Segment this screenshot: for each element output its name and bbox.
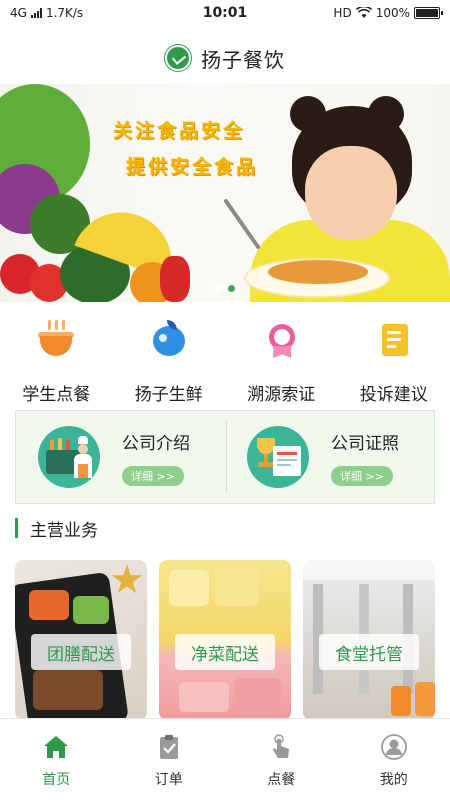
tab-orders[interactable]: 订单 bbox=[113, 719, 226, 800]
user-icon bbox=[380, 734, 407, 760]
hair-bun-image bbox=[290, 96, 326, 132]
company-intro-title: 公司介绍 bbox=[122, 433, 190, 454]
business-card-vegetables[interactable]: 净菜配送 bbox=[159, 560, 291, 720]
section-title: 主营业务 bbox=[30, 520, 98, 541]
quick-item-label: 投诉建议 bbox=[359, 385, 428, 405]
app-header: 扬子餐饮 bbox=[0, 36, 450, 80]
banner-slogan-1: 关注食品安全 bbox=[113, 120, 246, 142]
quick-item-complaint[interactable]: 投诉建议 bbox=[338, 312, 450, 408]
trophy-certificate-icon bbox=[247, 426, 309, 488]
network-type: 4G bbox=[10, 6, 27, 20]
eggplant-icon bbox=[149, 320, 189, 360]
business-label: 团膳配送 bbox=[31, 634, 131, 670]
company-info-card: 公司介绍 详细 >> 公司证照 详细 >> bbox=[15, 410, 435, 504]
status-right: HD 100% bbox=[333, 6, 443, 20]
quick-item-fresh[interactable]: 扬子生鲜 bbox=[113, 312, 226, 408]
tab-label: 订单 bbox=[154, 772, 183, 788]
tab-home[interactable]: 首页 bbox=[0, 719, 113, 800]
status-bar: 4G 1.7K/s 10:01 HD 100% bbox=[0, 0, 450, 26]
quick-item-student-order[interactable]: 学生点餐 bbox=[0, 312, 113, 408]
business-label: 净菜配送 bbox=[175, 634, 275, 670]
tab-label: 首页 bbox=[42, 772, 71, 788]
company-license-detail-button[interactable]: 详细 >> bbox=[331, 465, 393, 486]
tap-hand-icon bbox=[273, 734, 290, 758]
carousel-dot-active[interactable] bbox=[228, 285, 235, 292]
business-list: 团膳配送 净菜配送 食堂托管 bbox=[15, 560, 435, 720]
signal-icon bbox=[30, 8, 42, 18]
banner-carousel[interactable]: 关注食品安全 提供安全食品 bbox=[0, 84, 450, 302]
carousel-indicator bbox=[215, 285, 235, 292]
home-icon bbox=[44, 736, 69, 758]
pepper-image bbox=[160, 256, 190, 302]
note-icon bbox=[374, 320, 414, 360]
tab-mine[interactable]: 我的 bbox=[338, 719, 450, 800]
clipboard-icon bbox=[159, 735, 178, 759]
banner-slogan-2: 提供安全食品 bbox=[126, 156, 259, 178]
quick-item-label: 学生点餐 bbox=[22, 385, 91, 405]
quick-item-label: 溯源索证 bbox=[247, 385, 316, 405]
pasta-image bbox=[268, 260, 368, 284]
kitchen-chef-icon bbox=[38, 426, 100, 488]
battery-percent: 100% bbox=[375, 6, 410, 20]
wifi-icon bbox=[355, 7, 372, 18]
section-header: 主营业务 bbox=[15, 516, 98, 541]
status-left: 4G 1.7K/s bbox=[10, 6, 83, 20]
network-speed: 1.7K/s bbox=[45, 6, 84, 20]
business-card-catering[interactable]: 团膳配送 bbox=[15, 560, 147, 720]
girl-face-image bbox=[305, 146, 397, 240]
quick-item-traceability[interactable]: 溯源索证 bbox=[225, 312, 338, 408]
business-label: 食堂托管 bbox=[319, 634, 419, 670]
tab-ordering[interactable]: 点餐 bbox=[225, 719, 338, 800]
medal-icon bbox=[261, 320, 301, 360]
hair-bun-image bbox=[368, 96, 404, 132]
company-license[interactable]: 公司证照 详细 >> bbox=[225, 411, 434, 503]
noodle-bowl-icon bbox=[36, 320, 76, 360]
company-logo-icon bbox=[165, 45, 191, 71]
carousel-dot[interactable] bbox=[215, 285, 222, 292]
business-card-canteen[interactable]: 食堂托管 bbox=[303, 560, 435, 720]
fork-image bbox=[223, 198, 261, 250]
tab-label: 我的 bbox=[379, 772, 408, 788]
section-accent-bar bbox=[15, 518, 18, 538]
quick-menu: 学生点餐 扬子生鲜 溯源索证 投诉建议 bbox=[0, 312, 450, 408]
bottom-tab-bar: 首页 订单 点餐 我的 bbox=[0, 718, 450, 800]
quick-item-label: 扬子生鲜 bbox=[134, 385, 203, 405]
hd-indicator: HD bbox=[333, 6, 352, 20]
company-intro[interactable]: 公司介绍 详细 >> bbox=[16, 411, 225, 503]
company-intro-detail-button[interactable]: 详细 >> bbox=[122, 465, 184, 486]
page-title: 扬子餐饮 bbox=[201, 47, 285, 72]
company-license-title: 公司证照 bbox=[331, 433, 399, 454]
tab-label: 点餐 bbox=[267, 772, 296, 788]
battery-icon bbox=[414, 7, 443, 19]
